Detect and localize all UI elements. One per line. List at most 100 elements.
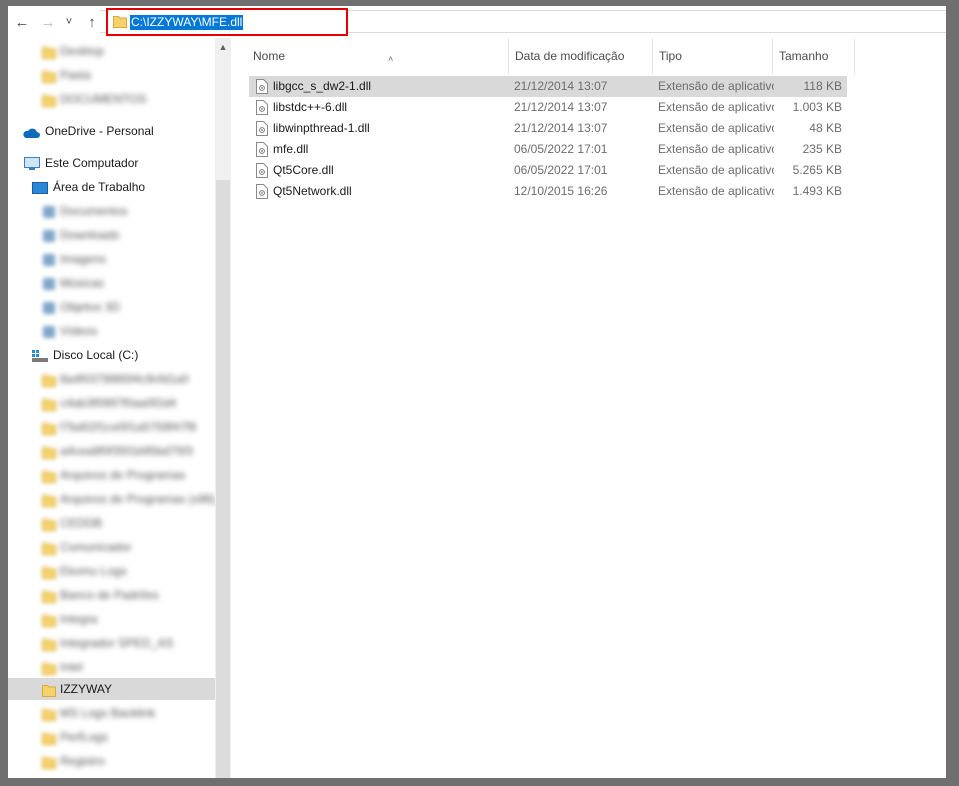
file-size: 1.493 KB — [792, 184, 842, 198]
folder-icon — [42, 540, 56, 558]
sidebar-item-blurred-14[interactable]: c4ab3f0997f0aa0f2d4 — [8, 392, 215, 414]
sidebar-item-label: Disco Local (C:) — [53, 348, 139, 362]
sidebar-item-este-computador[interactable]: Este Computador — [8, 152, 215, 174]
file-date: 21/12/2014 13:07 — [514, 79, 608, 93]
file-type: Extensão de aplicativo — [658, 100, 774, 114]
column-header-name[interactable]: Nome ˄ — [247, 38, 509, 74]
sidebar-item-blurred-24[interactable]: Integrador SPED_AS — [8, 632, 215, 654]
sidebar-item-izzyway[interactable]: IZZYWAY — [8, 678, 215, 700]
sidebar-item-blurred-1[interactable]: Pasta — [8, 64, 215, 86]
sidebar-item-blurred-19[interactable]: CEDDB — [8, 512, 215, 534]
scroll-up-arrow-icon[interactable]: ▲ — [215, 42, 231, 52]
file-size: 48 KB — [809, 121, 842, 135]
sidebar-item-blurred-15[interactable]: f7bd02f1ce5f1a5759f47f9 — [8, 416, 215, 438]
sidebar-item-blurred-2[interactable]: DOCUMENTOS — [8, 88, 215, 110]
music-icon — [42, 276, 56, 294]
sidebar-item-blurred-11[interactable]: Vídeos — [8, 320, 215, 342]
sidebar-item-blurred-10[interactable]: Objetos 3D — [8, 296, 215, 318]
onedrive-icon — [22, 124, 40, 142]
desktop-icon — [32, 180, 48, 198]
file-row[interactable]: mfe.dll 06/05/2022 17:01 Extensão de aplic… — [249, 139, 847, 160]
file-type: Extensão de aplicativo — [658, 163, 774, 177]
sidebar-item-blurred-13[interactable]: 8a4f0378965f4c9cfd1a0 — [8, 368, 215, 390]
file-row[interactable]: libstdc++-6.dll 21/12/2014 13:07 Extensão … — [249, 97, 847, 118]
dll-file-icon — [256, 163, 268, 178]
sidebar-item-blurred-20[interactable]: Comunicador — [8, 536, 215, 558]
sidebar-item-label: Comunicador — [60, 540, 132, 554]
file-date: 21/12/2014 13:07 — [514, 121, 608, 135]
sidebar-item-blurred-9[interactable]: Músicas — [8, 272, 215, 294]
file-name: Qt5Network.dll — [273, 184, 352, 198]
sidebar-item-blurred-28[interactable]: PerfLogs — [8, 726, 215, 748]
sidebar-item-blurred-0[interactable]: Desktop — [8, 40, 215, 62]
sidebar-item-label: Downloads — [60, 228, 120, 242]
folder-icon — [42, 492, 56, 510]
sidebar-item-blurred-23[interactable]: Integra — [8, 608, 215, 630]
sidebar-item-blurred-22[interactable]: Banco de Padrões — [8, 584, 215, 606]
sidebar-item-disco-local-c-[interactable]: Disco Local (C:) — [8, 344, 215, 366]
sidebar-item-label: Integrador SPED_AS — [60, 636, 174, 650]
sidebar-item-label: Desktop — [60, 44, 105, 58]
sidebar-item-label: Pasta — [60, 68, 91, 82]
recent-locations-button[interactable]: ˅ — [62, 12, 76, 32]
address-path-text[interactable]: C:\IZZYWAY\MFE.dll — [130, 15, 244, 30]
sidebar-item-label: MS Logs Backlink — [60, 706, 156, 720]
sidebar-item-label: Documentos — [60, 204, 128, 218]
file-name: mfe.dll — [273, 142, 309, 156]
file-name: libgcc_s_dw2-1.dll — [273, 79, 372, 93]
sidebar-item-label: Arquivos de Programas — [60, 468, 186, 482]
folder-icon — [42, 754, 56, 772]
sidebar-item-blurred-17[interactable]: Arquivos de Programas — [8, 464, 215, 486]
folder-icon — [42, 636, 56, 654]
documents-icon — [42, 204, 56, 222]
address-bar[interactable]: C:\IZZYWAY\MFE.dll — [106, 8, 348, 36]
sidebar-item-blurred-29[interactable]: Registro — [8, 750, 215, 772]
dll-file-icon — [256, 121, 268, 136]
up-button[interactable]: ↑ — [82, 12, 102, 32]
file-row[interactable]: Qt5Core.dll 06/05/2022 17:01 Extensão de a… — [249, 160, 847, 181]
file-date: 06/05/2022 17:01 — [514, 142, 608, 156]
sidebar-item-blurred-6[interactable]: Documentos — [8, 200, 215, 222]
forward-button[interactable]: → — [38, 12, 58, 32]
back-button[interactable]: ← — [12, 12, 32, 32]
dll-file-icon — [256, 142, 268, 157]
sidebar-item-blurred-16[interactable]: a4cea8f0f35f1b95bd75f3 — [8, 440, 215, 462]
downloads-icon — [42, 228, 56, 246]
sidebar-item-blurred-21[interactable]: Ekomu Logs — [8, 560, 215, 582]
sidebar-item-label: Banco de Padrões — [60, 588, 159, 602]
dll-file-icon — [256, 79, 268, 94]
folder-icon — [42, 730, 56, 748]
sidebar-item-label: DOCUMENTOS — [60, 92, 147, 106]
folder-icon — [42, 682, 56, 700]
column-header-type[interactable]: Tipo — [653, 38, 773, 74]
column-header-date[interactable]: Data de modificação — [509, 38, 653, 74]
sidebar-item-label: Área de Trabalho — [53, 180, 146, 194]
file-type: Extensão de aplicativo — [658, 142, 774, 156]
column-header-size[interactable]: Tamanho — [773, 38, 855, 74]
file-date: 12/10/2015 16:26 — [514, 184, 608, 198]
sidebar-item-blurred-8[interactable]: Imagens — [8, 248, 215, 270]
sidebar-item-blurred-25[interactable]: Intel — [8, 656, 215, 678]
file-list-pane: Nome ˄ Data de modificação Tipo Tamanho … — [231, 38, 946, 778]
file-row[interactable]: libgcc_s_dw2-1.dll 21/12/2014 13:07 Extens… — [249, 76, 847, 97]
chevron-down-icon: ˅ — [65, 16, 73, 28]
folder-icon — [42, 468, 56, 486]
sidebar-item-blurred-18[interactable]: Arquivos de Programas (x86) — [8, 488, 215, 510]
column-header-size-label: Tamanho — [779, 49, 829, 63]
sidebar-item-blurred-27[interactable]: MS Logs Backlink — [8, 702, 215, 724]
pictures-icon — [42, 252, 56, 270]
objects-3d-icon — [42, 300, 56, 318]
sidebar-item-blurred-7[interactable]: Downloads — [8, 224, 215, 246]
sidebar-item-onedrive-personal[interactable]: OneDrive - Personal — [8, 120, 215, 142]
file-row[interactable]: libwinpthread-1.dll 21/12/2014 13:07 Exten… — [249, 118, 847, 139]
sidebar-item-label: Este Computador — [45, 156, 139, 170]
sidebar-item-label: Imagens — [60, 252, 107, 266]
sidebar-item--rea-de-trabalho[interactable]: Área de Trabalho — [8, 176, 215, 198]
navigation-pane-scrollbar[interactable]: ▲ — [215, 38, 231, 778]
file-name: libwinpthread-1.dll — [273, 121, 370, 135]
folder-icon — [42, 44, 56, 62]
file-row[interactable]: Qt5Network.dll 12/10/2015 16:26 Extensão d… — [249, 181, 847, 202]
scrollbar-thumb[interactable] — [216, 180, 230, 778]
sidebar-item-label: CEDDB — [60, 516, 103, 530]
folder-icon — [42, 444, 56, 462]
